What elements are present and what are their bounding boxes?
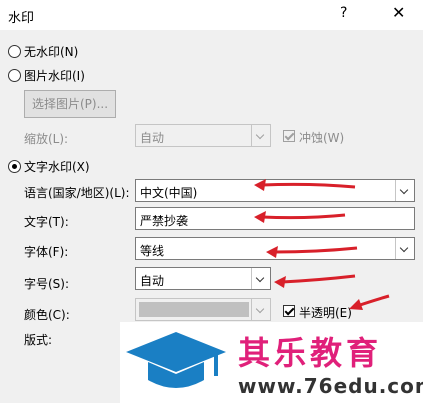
picture-watermark-radio[interactable] [8, 69, 21, 82]
size-value: 自动 [140, 274, 165, 288]
semi-transparent-label[interactable]: 半透明(E) [299, 304, 352, 321]
annotation-arrow [266, 246, 358, 258]
annotation-arrow [349, 294, 390, 310]
color-label: 颜色(C): [24, 308, 70, 322]
window-title: 水印 [8, 11, 35, 26]
text-label: 文字(T): [24, 215, 69, 229]
annotation-arrow [274, 274, 356, 288]
language-label: 语言(国家/地区)(L): [24, 186, 130, 200]
size-combo[interactable]: 自动 [135, 267, 271, 290]
font-value: 等线 [140, 244, 165, 258]
chevron-down-icon[interactable] [395, 238, 414, 259]
select-picture-button[interactable]: 选择图片(P)... [24, 90, 116, 118]
scale-combo[interactable]: 自动 [135, 124, 271, 147]
picture-watermark-label[interactable]: 图片水印(I) [24, 67, 85, 84]
color-combo[interactable] [135, 298, 271, 321]
semi-transparent-checkbox[interactable] [283, 305, 295, 317]
washout-label[interactable]: 冲蚀(W) [299, 129, 344, 146]
graduation-cap-icon [126, 332, 226, 388]
chevron-down-icon[interactable] [395, 180, 414, 201]
no-watermark-label[interactable]: 无水印(N) [24, 43, 78, 60]
language-value: 中文(中国) [140, 186, 198, 200]
help-button[interactable]: ? [340, 5, 347, 21]
brand-overlay: 其乐教育 www.76edu.com [120, 322, 423, 403]
layout-label: 版式: [24, 333, 53, 347]
chevron-down-icon[interactable] [251, 125, 270, 146]
close-button[interactable]: ✕ [392, 3, 405, 22]
brand-name: 其乐教育 [238, 334, 383, 372]
annotation-arrow [254, 211, 346, 223]
size-label: 字号(S): [24, 277, 70, 291]
scale-label: 缩放(L): [24, 132, 69, 146]
chevron-down-icon[interactable] [251, 268, 270, 289]
chevron-down-icon[interactable] [251, 299, 270, 320]
annotation-arrow [254, 179, 356, 191]
color-swatch [139, 302, 249, 317]
scale-value: 自动 [140, 131, 165, 145]
text-watermark-radio[interactable] [8, 160, 21, 173]
text-watermark-label[interactable]: 文字水印(X) [24, 158, 90, 175]
text-value: 严禁抄袭 [140, 214, 189, 228]
font-label: 字体(F): [24, 245, 69, 259]
brand-url: www.76edu.com [238, 374, 423, 398]
no-watermark-radio[interactable] [8, 45, 21, 58]
washout-checkbox[interactable] [283, 130, 295, 142]
title-bar: 水印 ? ✕ [0, 0, 423, 30]
